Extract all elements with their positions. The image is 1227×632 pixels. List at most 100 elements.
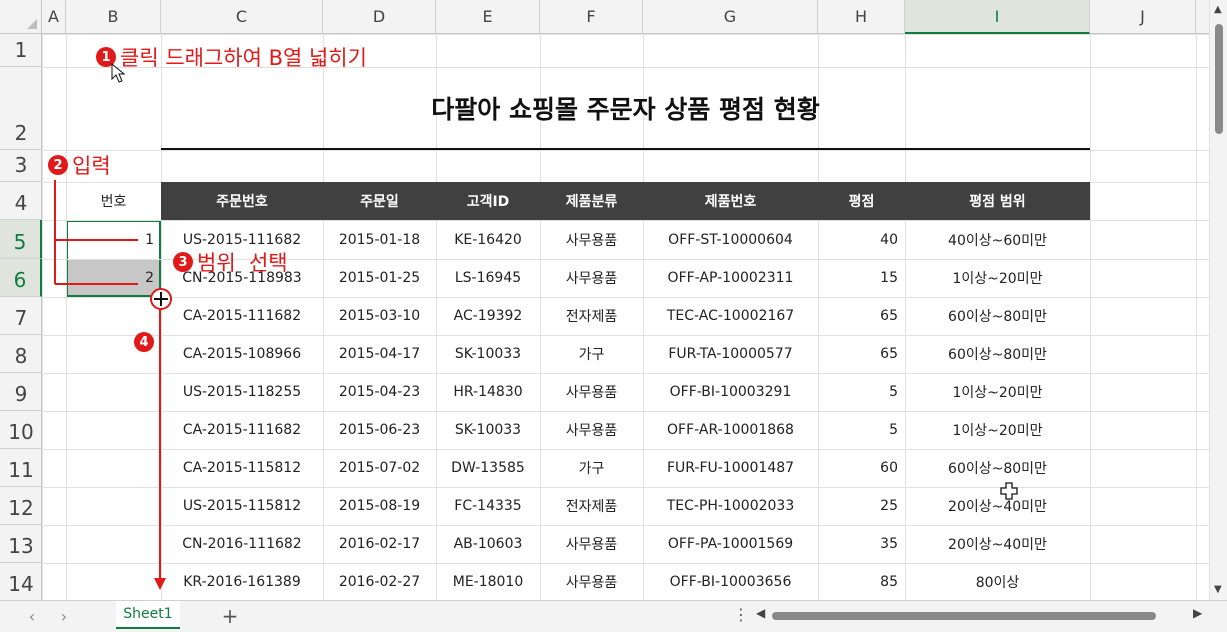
scroll-right-icon[interactable]: ▶	[1193, 606, 1202, 620]
table-cell-category[interactable]: 사무용품	[540, 563, 643, 601]
table-cell-order-no[interactable]: CA-2015-108966	[161, 335, 323, 373]
table-cell-rating-range[interactable]: 80이상	[905, 563, 1090, 601]
table-cell-order-no[interactable]: US-2015-118255	[161, 373, 323, 411]
table-cell-order-date[interactable]: 2016-02-17	[323, 525, 436, 563]
horizontal-scroll-thumb[interactable]	[772, 612, 1156, 620]
column-header-b[interactable]: B	[66, 0, 161, 34]
table-cell-category[interactable]: 사무용품	[540, 259, 643, 297]
table-header-order-date[interactable]: 주문일	[323, 182, 436, 220]
table-cell-order-date[interactable]: 2015-04-23	[323, 373, 436, 411]
table-cell-order-date[interactable]: 2015-06-23	[323, 411, 436, 449]
table-cell-rating[interactable]: 65	[818, 335, 905, 373]
row-header-9[interactable]: 9	[0, 373, 42, 411]
row-header-12[interactable]: 12	[0, 487, 42, 525]
table-cell-rating[interactable]: 60	[818, 449, 905, 487]
table-cell-customer-id[interactable]: ME-18010	[436, 563, 540, 601]
table-cell-rating-range[interactable]: 60이상~80미만	[905, 335, 1090, 373]
table-header-product-no[interactable]: 제품번호	[643, 182, 818, 220]
table-header-rating[interactable]: 평점	[818, 182, 905, 220]
table-cell-rating-range[interactable]: 60이상~80미만	[905, 297, 1090, 335]
table-cell-order-date[interactable]: 2016-02-27	[323, 563, 436, 601]
table-header-customer-id[interactable]: 고객ID	[436, 182, 540, 220]
vertical-scrollbar[interactable]: ▲ ▼	[1209, 0, 1227, 600]
table-cell-rating[interactable]: 25	[818, 487, 905, 525]
scroll-up-icon[interactable]: ▲	[1214, 4, 1222, 15]
table-cell-rating[interactable]: 65	[818, 297, 905, 335]
column-header-i[interactable]: I	[905, 0, 1090, 34]
row-header-5[interactable]: 5	[0, 220, 42, 259]
table-cell-category[interactable]: 사무용품	[540, 411, 643, 449]
table-cell-rating[interactable]: 5	[818, 373, 905, 411]
table-cell-order-date[interactable]: 2015-07-02	[323, 449, 436, 487]
table-cell-product-no[interactable]: OFF-BI-10003656	[643, 563, 818, 601]
row-header-14[interactable]: 14	[0, 563, 42, 601]
table-cell-rating-range[interactable]: 1이상~20미만	[905, 411, 1090, 449]
table-cell-customer-id[interactable]: FC-14335	[436, 487, 540, 525]
table-cell-rating-range[interactable]: 20이상~40미만	[905, 525, 1090, 563]
row-header-7[interactable]: 7	[0, 297, 42, 335]
table-cell-rating-range[interactable]: 1이상~20미만	[905, 259, 1090, 297]
add-sheet-button[interactable]: +	[219, 604, 241, 628]
table-cell-customer-id[interactable]: SK-10033	[436, 335, 540, 373]
table-header-rating-range[interactable]: 평점 범위	[905, 182, 1090, 220]
table-cell-product-no[interactable]: OFF-AP-10002311	[643, 259, 818, 297]
table-cell-rating-range[interactable]: 20이상~40미만	[905, 487, 1090, 525]
table-cell-rating-range[interactable]: 60이상~80미만	[905, 449, 1090, 487]
table-header-category[interactable]: 제품분류	[540, 182, 643, 220]
more-options-icon[interactable]: ⋮	[733, 605, 749, 624]
select-all-button[interactable]	[0, 0, 42, 34]
column-header-c[interactable]: C	[161, 0, 323, 34]
table-cell-rating[interactable]: 5	[818, 411, 905, 449]
table-cell-order-no[interactable]: CA-2015-111682	[161, 411, 323, 449]
table-cell-rating[interactable]: 40	[818, 220, 905, 259]
table-cell-customer-id[interactable]: AB-10603	[436, 525, 540, 563]
table-cell-product-no[interactable]: TEC-AC-10002167	[643, 297, 818, 335]
table-cell-product-no[interactable]: FUR-TA-10000577	[643, 335, 818, 373]
table-cell-customer-id[interactable]: AC-19392	[436, 297, 540, 335]
prev-sheet-icon[interactable]: ‹	[22, 607, 42, 626]
table-cell-order-date[interactable]: 2015-03-10	[323, 297, 436, 335]
vertical-scroll-thumb[interactable]	[1215, 24, 1223, 134]
row-header-13[interactable]: 13	[0, 525, 42, 563]
row-header-3[interactable]: 3	[0, 150, 42, 182]
table-cell-rating-range[interactable]: 1이상~20미만	[905, 373, 1090, 411]
row-header-11[interactable]: 11	[0, 449, 42, 487]
table-cell-category[interactable]: 전자제품	[540, 487, 643, 525]
column-header-h[interactable]: H	[818, 0, 905, 34]
row-header-4[interactable]: 4	[0, 182, 42, 220]
sheet-title[interactable]: 다팔아 쇼핑몰 주문자 상품 평점 현황	[161, 67, 1090, 150]
table-cell-category[interactable]: 가구	[540, 449, 643, 487]
row-header-6[interactable]: 6	[0, 259, 42, 297]
table-cell-order-date[interactable]: 2015-08-19	[323, 487, 436, 525]
table-cell-order-no[interactable]: US-2015-115812	[161, 487, 323, 525]
scroll-down-icon[interactable]: ▼	[1214, 584, 1222, 595]
table-cell-customer-id[interactable]: DW-13585	[436, 449, 540, 487]
table-cell-category[interactable]: 사무용품	[540, 220, 643, 259]
column-header-e[interactable]: E	[436, 0, 540, 34]
table-cell-order-no[interactable]: CN-2016-111682	[161, 525, 323, 563]
table-cell-order-date[interactable]: 2015-01-18	[323, 220, 436, 259]
scroll-left-icon[interactable]: ◀	[756, 606, 765, 620]
column-header-a[interactable]: A	[42, 0, 66, 34]
sheet-tab-sheet1[interactable]: Sheet1	[116, 601, 180, 629]
table-cell-customer-id[interactable]: KE-16420	[436, 220, 540, 259]
table-cell-order-date[interactable]: 2015-04-17	[323, 335, 436, 373]
table-cell-product-no[interactable]: OFF-ST-10000604	[643, 220, 818, 259]
table-cell-rating[interactable]: 15	[818, 259, 905, 297]
table-cell-rating[interactable]: 35	[818, 525, 905, 563]
column-header-j[interactable]: J	[1090, 0, 1196, 34]
table-cell-order-no[interactable]: CA-2015-111682	[161, 297, 323, 335]
table-cell-category[interactable]: 사무용품	[540, 525, 643, 563]
table-cell-product-no[interactable]: OFF-BI-10003291	[643, 373, 818, 411]
column-header-f[interactable]: F	[540, 0, 643, 34]
row-header-8[interactable]: 8	[0, 335, 42, 373]
table-cell-product-no[interactable]: OFF-AR-10001868	[643, 411, 818, 449]
column-header-g[interactable]: G	[643, 0, 818, 34]
table-cell-order-no[interactable]: KR-2016-161389	[161, 563, 323, 601]
table-cell-category[interactable]: 사무용품	[540, 373, 643, 411]
column-header-d[interactable]: D	[323, 0, 436, 34]
table-cell-customer-id[interactable]: LS-16945	[436, 259, 540, 297]
table-cell-customer-id[interactable]: SK-10033	[436, 411, 540, 449]
table-cell-customer-id[interactable]: HR-14830	[436, 373, 540, 411]
row-header-2[interactable]: 2	[0, 67, 42, 150]
